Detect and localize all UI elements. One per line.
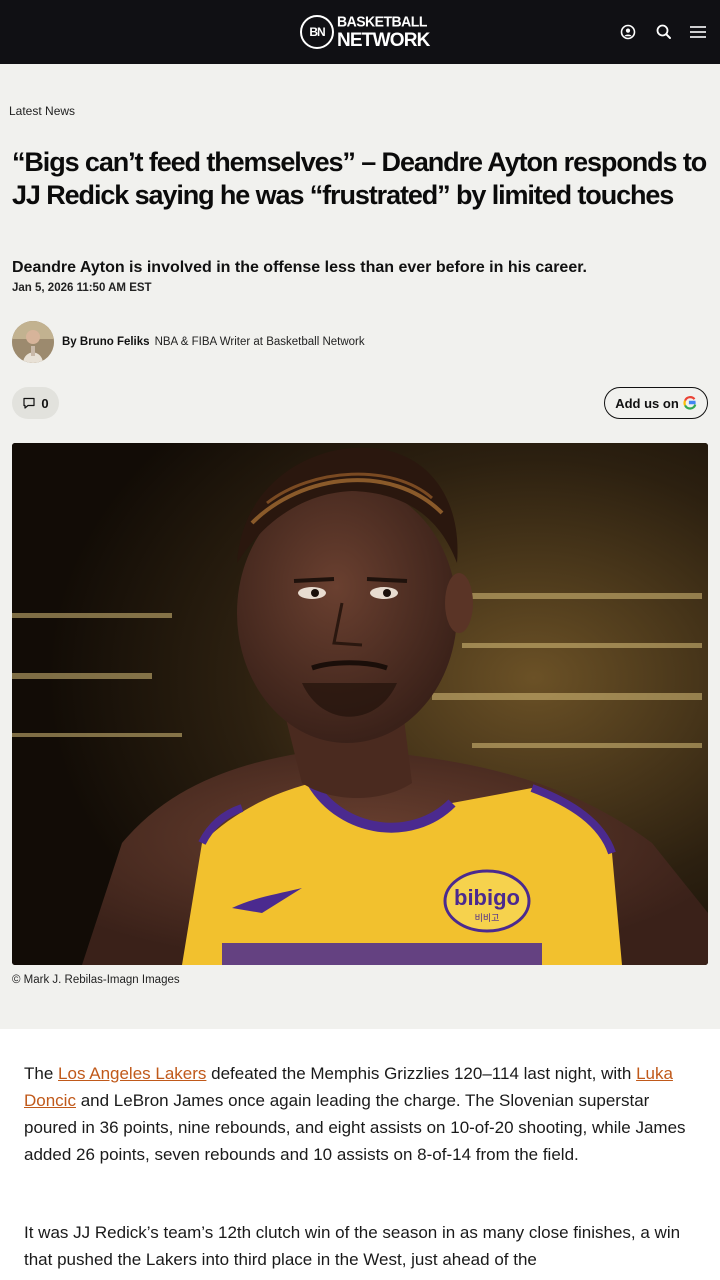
author-role: NBA & FIBA Writer at Basketball Network	[154, 336, 365, 348]
paragraph-text: and LeBron James once again leading the …	[24, 1091, 686, 1164]
publish-date: Jan 5, 2026 11:50 AM EST	[12, 282, 152, 294]
google-button-label: Add us on	[615, 395, 679, 411]
logo-badge: BN	[300, 15, 334, 49]
jersey-sponsor-text: bibigo	[454, 885, 520, 910]
article-subheadline: Deandre Ayton is involved in the offense…	[12, 259, 587, 276]
logo-wordmark: BASKETBALL NETWORK	[337, 12, 430, 52]
lakers-link[interactable]: Los Angeles Lakers	[58, 1064, 206, 1083]
google-icon	[683, 396, 697, 410]
author-byline: By Bruno Feliks NBA & FIBA Writer at Bas…	[12, 321, 365, 363]
hero-image: bibigo 비비고	[12, 443, 708, 965]
search-icon[interactable]	[654, 22, 674, 42]
article-paragraph: It was JJ Redick’s team’s 12th clutch wi…	[24, 1223, 681, 1269]
article-headline: “Bigs can’t feed themselves” – Deandre A…	[12, 147, 707, 210]
author-name[interactable]: By Bruno Feliks	[62, 336, 150, 348]
author-avatar[interactable]	[12, 321, 54, 363]
logo-line-1: BASKETBALL	[337, 12, 427, 29]
comment-icon	[23, 397, 35, 409]
logo-line-2: NETWORK	[337, 29, 430, 51]
add-us-on-google-button[interactable]: Add us on	[604, 387, 708, 419]
paragraph-text: defeated the Memphis Grizzlies 120–114 l…	[206, 1064, 637, 1083]
paragraph-text: The	[24, 1064, 59, 1083]
comments-count: 0	[41, 395, 49, 411]
site-logo[interactable]: BN BASKETBALL NETWORK	[300, 12, 430, 52]
site-header: BN BASKETBALL NETWORK	[0, 0, 720, 64]
menu-icon[interactable]	[688, 22, 708, 42]
user-icon[interactable]	[618, 22, 638, 42]
article-paragraph: The Los Angeles Lakers defeated the Memp…	[24, 1060, 696, 1168]
jersey-sponsor-text-kr: 비비고	[475, 913, 500, 924]
image-credit: © Mark J. Rebilas-Imagn Images	[12, 974, 180, 986]
category-link[interactable]: Latest News	[9, 104, 75, 118]
comments-button[interactable]: 0	[12, 387, 59, 419]
